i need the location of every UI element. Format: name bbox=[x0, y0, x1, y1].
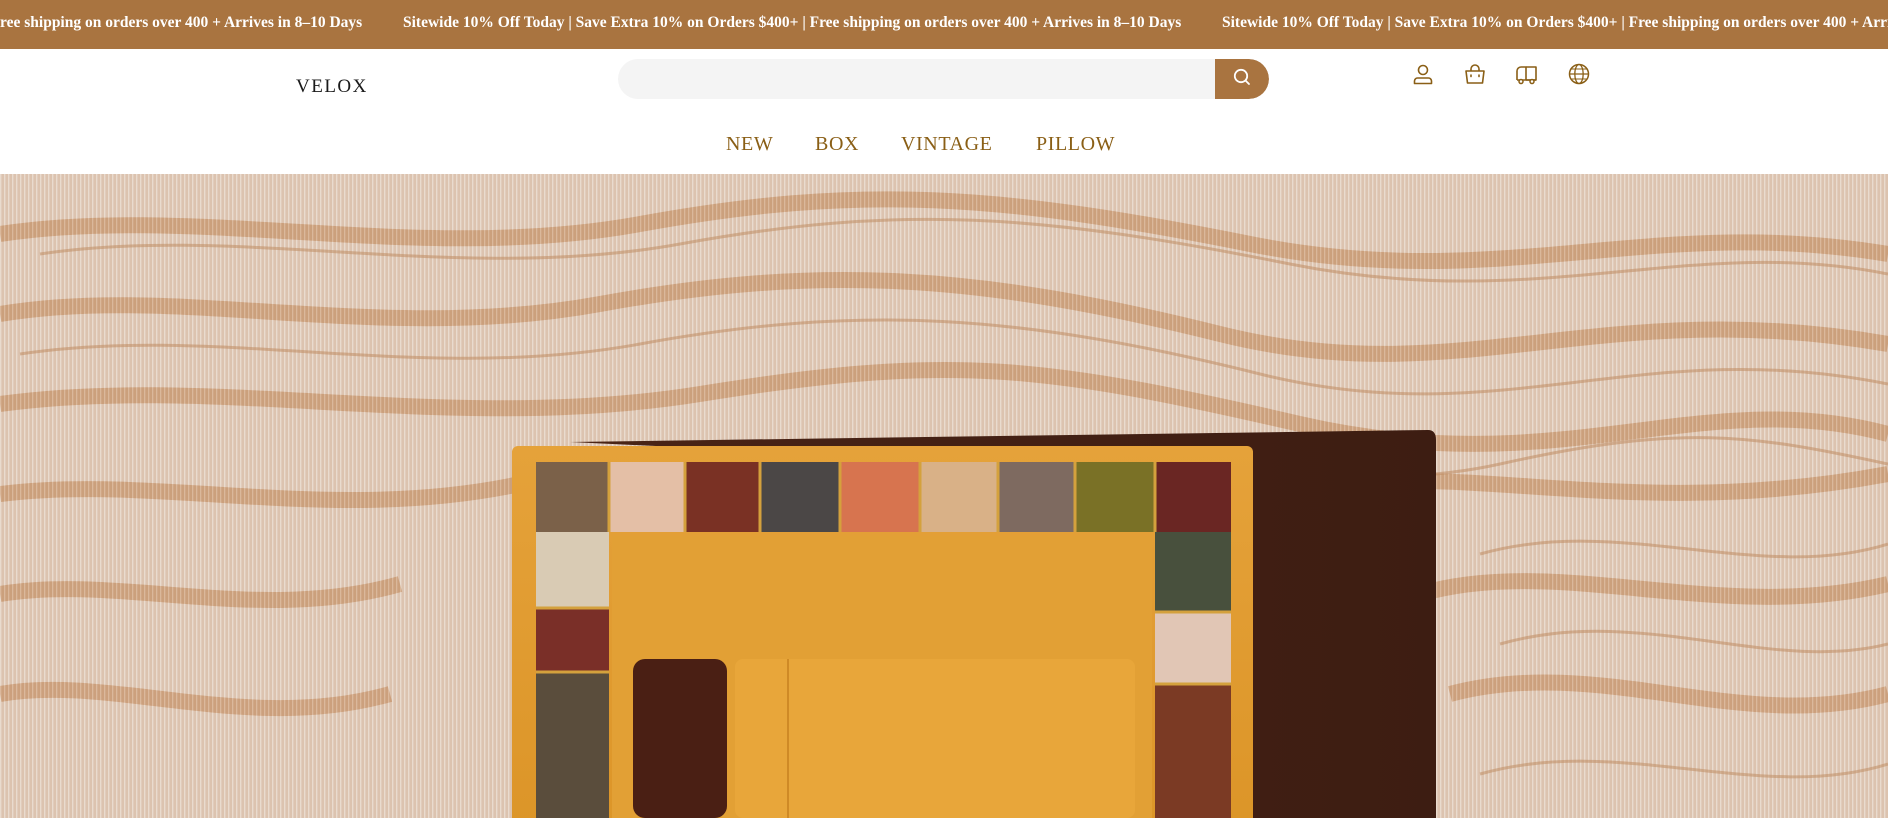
account-button[interactable] bbox=[1409, 62, 1437, 90]
language-button[interactable] bbox=[1565, 62, 1593, 90]
main-nav: NEW BOX VINTAGE PILLOW bbox=[0, 129, 1888, 159]
hero-banner[interactable] bbox=[0, 174, 1888, 818]
truck-icon bbox=[1514, 62, 1540, 91]
cart-button[interactable] bbox=[1461, 62, 1489, 90]
globe-icon bbox=[1567, 62, 1591, 91]
order-tracking-button[interactable] bbox=[1513, 62, 1541, 90]
nav-item-box[interactable]: BOX bbox=[815, 129, 859, 159]
user-icon bbox=[1411, 62, 1435, 91]
search-bar bbox=[618, 59, 1269, 99]
hero-image bbox=[0, 174, 1888, 818]
nav-item-new[interactable]: NEW bbox=[726, 129, 773, 159]
site-header: VELOX NEW BOX VINTAGE PILLOW bbox=[0, 49, 1888, 174]
announcement-text: Sitewide 10% Off Today | Save Extra 10% … bbox=[403, 14, 1182, 31]
announcement-text: ree shipping on orders over 400 + Arrive… bbox=[0, 14, 363, 31]
site-logo[interactable]: VELOX bbox=[296, 69, 368, 105]
nav-item-pillow[interactable]: PILLOW bbox=[1036, 129, 1115, 159]
bag-icon bbox=[1463, 62, 1487, 91]
announcement-text: Sitewide 10% Off Today | Save Extra 10% … bbox=[1222, 14, 1888, 31]
search-input[interactable] bbox=[618, 59, 1215, 99]
search-icon bbox=[1232, 67, 1252, 92]
search-button[interactable] bbox=[1215, 59, 1269, 99]
announcement-bar: ree shipping on orders over 400 + Arrive… bbox=[0, 0, 1888, 49]
nav-item-vintage[interactable]: VINTAGE bbox=[901, 129, 992, 159]
